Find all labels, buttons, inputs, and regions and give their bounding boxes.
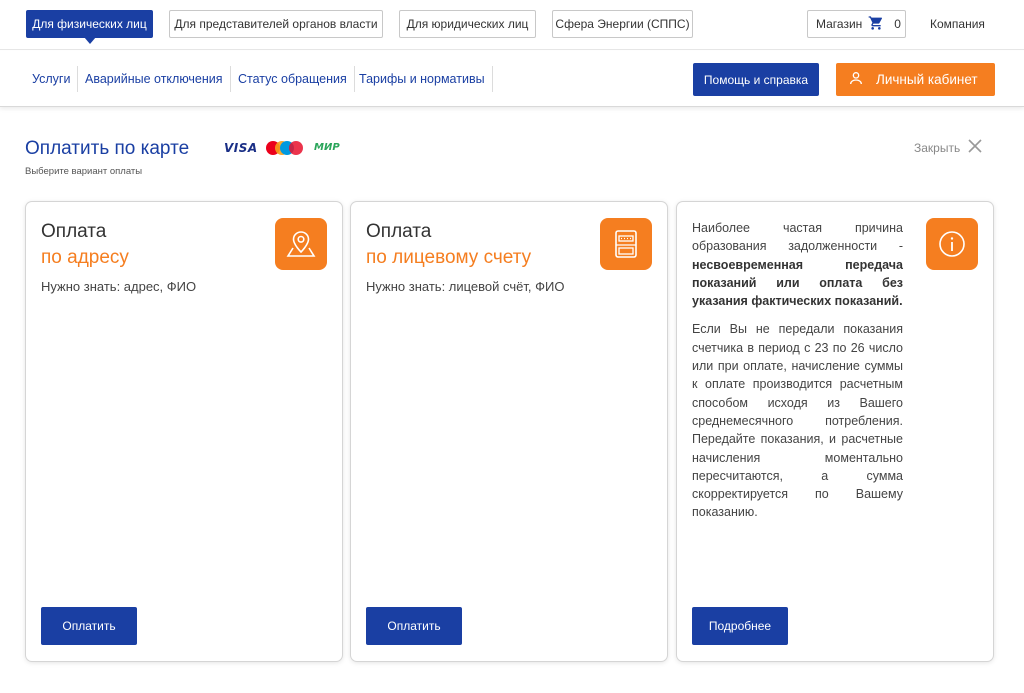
- segment-energy-sphere[interactable]: Сфера Энергии (СППС): [552, 10, 693, 38]
- card-subtitle: по адресу: [41, 247, 129, 268]
- visa-logo: VISA: [224, 141, 258, 155]
- mastercard-logo: [266, 141, 303, 155]
- segment-individuals[interactable]: Для физических лиц: [26, 10, 153, 44]
- info-text-details: Если Вы не передали показания счетчика в…: [692, 322, 903, 520]
- meter-icon: [600, 218, 652, 270]
- info-text: Наиболее частая причина образования задо…: [692, 219, 903, 532]
- card-title: Оплата: [366, 221, 432, 242]
- card-subtitle: по лицевому счету: [366, 247, 532, 268]
- card-requirements: Нужно знать: лицевой счёт, ФИО: [366, 279, 565, 294]
- info-text-intro: Наиболее частая причина образования задо…: [692, 221, 903, 254]
- top-bar: Для физических лиц Для представителей ор…: [0, 0, 1024, 50]
- nav-outages[interactable]: Аварийные отключения: [78, 66, 231, 92]
- close-icon: [968, 139, 982, 156]
- card-title: Оплата: [41, 221, 107, 242]
- nav-tariffs[interactable]: Тарифы и нормативы: [352, 66, 493, 92]
- main-nav: Услуги Аварийные отключения Статус обращ…: [0, 51, 1024, 107]
- mir-logo: МИР: [314, 142, 340, 153]
- close-button[interactable]: Закрыть: [914, 139, 982, 156]
- shop-button[interactable]: Магазин 0: [807, 10, 906, 38]
- pay-by-address-card: Оплата по адресу Нужно знать: адрес, ФИО…: [26, 202, 342, 661]
- info-text-emphasis: несвоевременная передача показаний или о…: [692, 257, 903, 309]
- close-label: Закрыть: [914, 140, 961, 155]
- pay-by-account-button[interactable]: Оплатить: [366, 607, 462, 645]
- card-requirements: Нужно знать: адрес, ФИО: [41, 279, 197, 294]
- personal-cabinet-label: Личный кабинет: [876, 72, 978, 87]
- cart-icon: [868, 15, 884, 34]
- info-icon: [926, 218, 978, 270]
- nav-services[interactable]: Услуги: [25, 66, 79, 92]
- nav-request-status[interactable]: Статус обращения: [231, 66, 355, 92]
- help-button[interactable]: Помощь и справка: [693, 63, 819, 96]
- debt-info-card: Наиболее частая причина образования задо…: [677, 202, 993, 661]
- more-info-button[interactable]: Подробнее: [692, 607, 788, 645]
- cart-count: 0: [894, 17, 901, 31]
- segment-legal-entities[interactable]: Для юридических лиц: [399, 10, 536, 38]
- page-title: Оплатить по карте: [25, 138, 190, 159]
- pay-by-account-card: Оплата по лицевому счету Нужно знать: ли…: [351, 202, 667, 661]
- shop-label: Магазин: [816, 17, 863, 31]
- map-pin-icon: [275, 218, 327, 270]
- pay-by-address-button[interactable]: Оплатить: [41, 607, 137, 645]
- page-subtitle: Выберите вариант оплаты: [25, 166, 143, 177]
- personal-cabinet-button[interactable]: Личный кабинет: [836, 63, 995, 96]
- segment-authorities[interactable]: Для представителей органов власти: [169, 10, 383, 38]
- company-link[interactable]: Компания: [930, 17, 985, 31]
- user-icon: [848, 70, 864, 89]
